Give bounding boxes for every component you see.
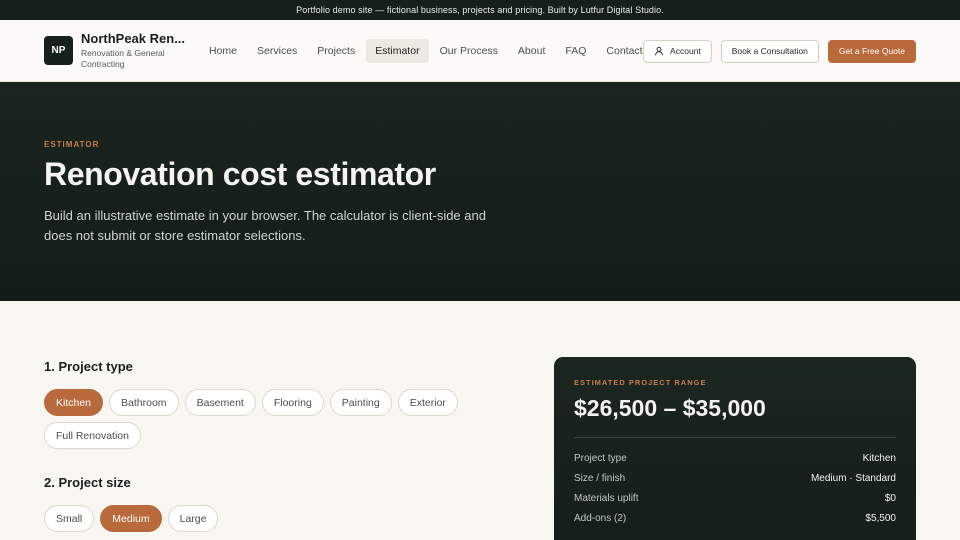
estimate-summary-card: ESTIMATED PROJECT RANGE $26,500 – $35,00… xyxy=(554,357,916,540)
chip-bathroom[interactable]: Bathroom xyxy=(109,389,179,416)
demo-banner: Portfolio demo site — fictional business… xyxy=(0,0,960,20)
summary-value: $0 xyxy=(884,492,896,504)
chip-basement[interactable]: Basement xyxy=(184,389,256,416)
chip-kitchen[interactable]: Kitchen xyxy=(44,389,104,416)
chip-large[interactable]: Large xyxy=(167,505,219,532)
project-size-options: Small Medium Large xyxy=(44,505,524,538)
summary-value: $5,500 xyxy=(865,512,896,524)
project-type-title: 1. Project type xyxy=(44,359,133,374)
summary-label: Project type xyxy=(574,452,627,464)
summary-label: Add-ons (2) xyxy=(574,512,627,524)
chip-medium[interactable]: Medium xyxy=(100,505,162,532)
summary-divider xyxy=(574,437,896,438)
chip-small[interactable]: Small xyxy=(44,505,95,532)
project-size-title: 2. Project size xyxy=(44,475,131,490)
account-button[interactable]: Account xyxy=(643,39,712,63)
nav-our-process[interactable]: Our Process xyxy=(431,39,507,63)
nav-about[interactable]: About xyxy=(509,39,554,63)
brand-subtitle: Renovation & General Contracting xyxy=(81,48,165,69)
hero: ESTIMATOR Renovation cost estimator Buil… xyxy=(0,82,960,301)
free-quote-button[interactable]: Get a Free Quote xyxy=(827,39,916,63)
project-type-options: Kitchen Bathroom Basement Flooring Paint… xyxy=(44,389,524,455)
estimate-range: $26,500 – $35,000 xyxy=(574,395,766,421)
chip-full-renovation[interactable]: Full Renovation xyxy=(44,422,141,449)
nav-estimator[interactable]: Estimator xyxy=(366,39,429,63)
estimate-eyebrow: ESTIMATED PROJECT RANGE xyxy=(574,378,707,387)
chip-exterior[interactable]: Exterior xyxy=(397,389,458,416)
summary-value: Kitchen xyxy=(862,452,896,464)
summary-row: Project type Kitchen xyxy=(574,448,896,468)
summary-row: Materials uplift $0 xyxy=(574,488,896,508)
header-actions: Account Book a Consultation Get a Free Q… xyxy=(634,20,916,82)
demo-banner-text: Portfolio demo site — fictional business… xyxy=(296,5,664,15)
nav-projects[interactable]: Projects xyxy=(308,39,364,63)
summary-row: Size / finish Medium · Standard xyxy=(574,468,896,488)
nav-home[interactable]: Home xyxy=(200,39,246,63)
nav-services[interactable]: Services xyxy=(248,39,306,63)
brand-name: NorthPeak Ren... xyxy=(81,31,186,46)
site-header: NP NorthPeak Ren... Renovation & General… xyxy=(0,20,960,82)
brand-logo-text: NP xyxy=(51,45,66,56)
user-icon xyxy=(655,46,663,56)
main-nav: Home Services Projects Estimator Our Pro… xyxy=(200,20,654,82)
chip-flooring[interactable]: Flooring xyxy=(261,389,324,416)
account-label: Account xyxy=(670,46,701,56)
hero-description: Build an illustrative estimate in your b… xyxy=(44,208,486,243)
summary-label: Materials uplift xyxy=(574,492,639,504)
summary-value: Medium · Standard xyxy=(810,472,896,484)
summary-row: Add-ons (2) $5,500 xyxy=(574,508,896,528)
summary-label: Size / finish xyxy=(574,472,626,484)
brand[interactable]: NorthPeak Ren... Renovation & General Co… xyxy=(81,31,193,70)
hero-eyebrow: ESTIMATOR xyxy=(44,140,100,149)
brand-logo[interactable]: NP xyxy=(44,36,73,65)
nav-faq[interactable]: FAQ xyxy=(556,39,595,63)
book-consultation-button[interactable]: Book a Consultation xyxy=(720,39,819,63)
page-title: Renovation cost estimator xyxy=(44,156,436,192)
chip-painting[interactable]: Painting xyxy=(329,389,392,416)
